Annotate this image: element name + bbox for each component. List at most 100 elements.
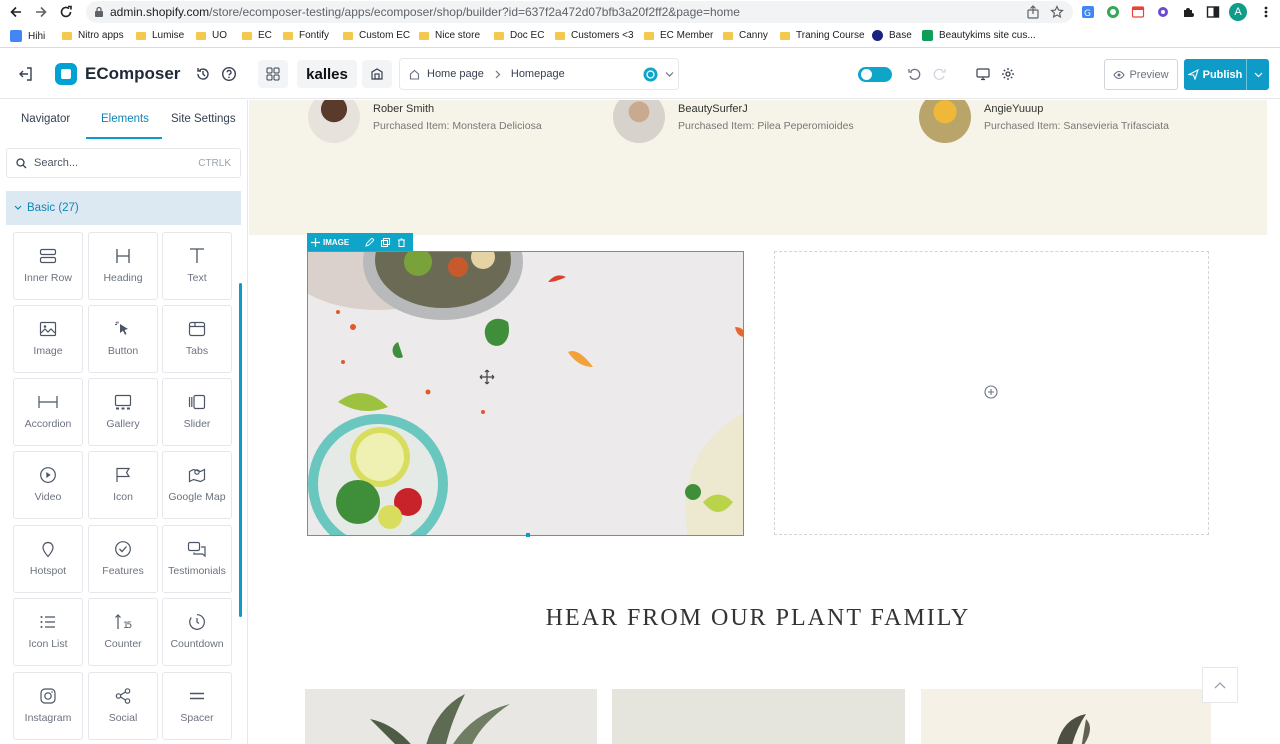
redo-icon[interactable] <box>930 64 950 84</box>
selected-image-element[interactable] <box>307 251 744 536</box>
element-inner-row[interactable]: Inner Row <box>13 232 83 300</box>
testimonial-image[interactable] <box>305 689 597 744</box>
apps-grid-icon[interactable] <box>258 60 288 88</box>
settings-gear-icon[interactable] <box>998 64 1018 84</box>
element-google-map[interactable]: Google Map <box>162 451 232 519</box>
bookmark-canny[interactable]: Canny <box>723 30 768 41</box>
element-social[interactable]: Social <box>88 672 158 740</box>
tab-navigator[interactable]: Navigator <box>21 113 70 125</box>
chevron-down-icon[interactable] <box>665 71 674 78</box>
food-photo <box>308 252 743 535</box>
element-video[interactable]: Video <box>13 451 83 519</box>
bookmark-lumise[interactable]: Lumise <box>136 30 184 41</box>
bookmark-beautykims[interactable]: Beautykims site cus... <box>922 30 1036 41</box>
element-search-input[interactable]: Search... CTRLK <box>6 148 241 178</box>
element-hotspot[interactable]: Hotspot <box>13 525 83 593</box>
undo-icon[interactable] <box>904 64 924 84</box>
theme-name[interactable]: kalles <box>297 60 357 88</box>
reviews-section[interactable]: Rober Smith Purchased Item: Monstera Del… <box>249 100 1267 235</box>
element-instagram[interactable]: Instagram <box>13 672 83 740</box>
slider-icon <box>188 393 206 411</box>
move-icon[interactable] <box>311 237 320 247</box>
resize-handle[interactable] <box>526 533 530 537</box>
address-bar[interactable]: admin.shopify.com/store/ecomposer-testin… <box>86 1 1073 23</box>
duplicate-icon[interactable] <box>381 237 391 247</box>
sidebar-scrollbar[interactable] <box>239 283 242 617</box>
bookmark-hihi[interactable]: Hihi <box>10 30 45 42</box>
bookmark-training-course[interactable]: Traning Course <box>780 30 865 41</box>
exit-icon[interactable] <box>16 64 36 84</box>
bookmark-doc-ec[interactable]: Doc EC <box>494 30 544 41</box>
element-label: Text <box>187 272 207 284</box>
element-testimonials[interactable]: Testimonials <box>162 525 232 593</box>
section-heading[interactable]: HEAR FROM OUR PLANT FAMILY <box>249 605 1267 632</box>
reviewer-name: Rober Smith <box>373 103 435 115</box>
review-card[interactable]: BeautySurferJ Purchased Item: Pilea Pepe… <box>613 100 854 143</box>
bookmark-nice-store[interactable]: Nice store <box>419 30 480 41</box>
testimonial-image[interactable] <box>921 689 1211 744</box>
publish-button[interactable]: Publish <box>1184 59 1269 90</box>
tab-site-settings[interactable]: Site Settings <box>171 113 236 125</box>
element-icon[interactable]: Icon <box>88 451 158 519</box>
testimonials-icon <box>187 540 207 558</box>
side-panel-icon[interactable] <box>1205 4 1221 20</box>
bookmark-fontify[interactable]: Fontify <box>283 30 329 41</box>
review-card[interactable]: AngieYuuup Purchased Item: Sansevieria T… <box>919 100 1169 143</box>
review-card[interactable]: Rober Smith Purchased Item: Monstera Del… <box>308 100 542 143</box>
forward-arrow-icon[interactable] <box>32 3 50 21</box>
bookmark-star-icon[interactable] <box>1050 5 1064 19</box>
publish-dropdown-icon[interactable] <box>1247 72 1269 78</box>
preview-button[interactable]: Preview <box>1104 59 1178 90</box>
element-icon-list[interactable]: Icon List <box>13 598 83 666</box>
element-tabs[interactable]: Tabs <box>162 305 232 373</box>
element-text[interactable]: Text <box>162 232 232 300</box>
publish-main[interactable]: Publish <box>1184 59 1247 90</box>
delete-trash-icon[interactable] <box>397 238 406 247</box>
puzzle-extensions-icon[interactable] <box>1180 4 1196 20</box>
element-slider[interactable]: Slider <box>162 378 232 446</box>
page-canvas[interactable]: Rober Smith Purchased Item: Monstera Del… <box>249 100 1280 744</box>
element-countdown[interactable]: Countdown <box>162 598 232 666</box>
more-menu-icon[interactable] <box>1258 4 1274 20</box>
testimonial-image[interactable] <box>612 689 905 744</box>
element-spacer[interactable]: Spacer <box>162 672 232 740</box>
element-button[interactable]: Button <box>88 305 158 373</box>
bookmark-uo[interactable]: UO <box>196 30 227 41</box>
share-icon[interactable] <box>1026 5 1040 19</box>
bookmark-ec-member[interactable]: EC Member <box>644 30 713 41</box>
sidebar-tabs: Navigator Elements Site Settings <box>0 100 248 140</box>
profile-avatar[interactable]: A <box>1229 3 1247 21</box>
bookmark-ec[interactable]: EC <box>242 30 272 41</box>
element-accordion[interactable]: Accordion <box>13 378 83 446</box>
back-arrow-icon[interactable] <box>7 3 25 21</box>
element-heading[interactable]: Heading <box>88 232 158 300</box>
element-counter[interactable]: 15 Counter <box>88 598 158 666</box>
breadcrumb-page-type[interactable]: Home page <box>427 68 484 80</box>
bookmark-customers[interactable]: Customers <3 <box>555 30 634 41</box>
page-selector[interactable]: Home page Homepage <box>399 58 679 90</box>
breadcrumb-page-name[interactable]: Homepage <box>511 68 565 80</box>
green-extension-icon[interactable] <box>1105 4 1121 20</box>
live-preview-toggle[interactable] <box>858 67 892 82</box>
gear-extension-icon[interactable] <box>1155 4 1171 20</box>
theme-icon[interactable] <box>362 60 392 88</box>
image-element-toolbar[interactable]: IMAGE <box>307 233 413 251</box>
folder-icon <box>780 31 790 40</box>
element-features[interactable]: Features <box>88 525 158 593</box>
help-icon[interactable] <box>219 64 239 84</box>
scroll-to-top-button[interactable] <box>1202 667 1238 703</box>
desktop-view-icon[interactable] <box>973 64 993 84</box>
element-image[interactable]: Image <box>13 305 83 373</box>
bookmark-base[interactable]: Base <box>872 30 912 41</box>
element-gallery[interactable]: Gallery <box>88 378 158 446</box>
tab-elements[interactable]: Elements <box>101 113 149 125</box>
add-element-icon[interactable] <box>984 385 998 399</box>
calendar-extension-icon[interactable] <box>1130 4 1146 20</box>
translate-extension-icon[interactable]: G <box>1080 4 1096 20</box>
edit-pencil-icon[interactable] <box>365 237 375 247</box>
basic-group-header[interactable]: Basic (27) <box>6 191 241 225</box>
reload-icon[interactable] <box>57 3 75 21</box>
bookmark-custom-ec[interactable]: Custom EC <box>343 30 410 41</box>
history-icon[interactable] <box>193 64 213 84</box>
bookmark-nitro-apps[interactable]: Nitro apps <box>62 30 124 41</box>
